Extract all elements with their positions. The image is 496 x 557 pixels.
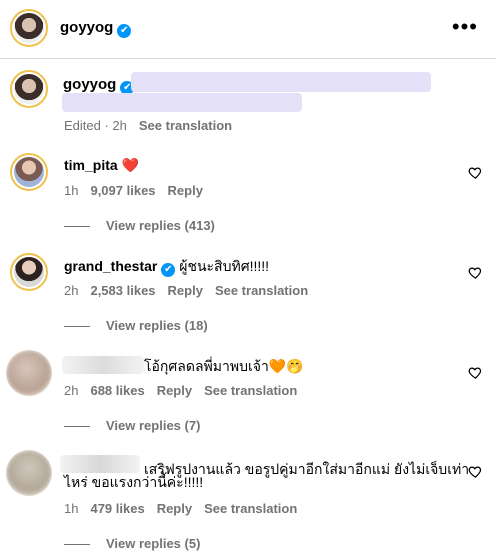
like-heart-icon[interactable] — [468, 165, 483, 180]
commenter-avatar[interactable] — [10, 153, 48, 191]
comment-meta: 1h 479 likes Reply See translation — [64, 501, 298, 516]
redacted-username — [62, 356, 144, 374]
post-header: goyyog ✔ ••• — [0, 0, 496, 59]
see-translation-link[interactable]: See translation — [215, 283, 308, 298]
comment-meta: 2h 2,583 likes Reply See translation — [64, 283, 309, 298]
reply-button[interactable]: Reply — [168, 283, 203, 298]
view-replies-button[interactable]: View replies (18) — [64, 318, 208, 333]
comment-text: grand_thestar ✔ ผู้ชนะสิบทิศ!!!!! — [64, 258, 270, 277]
comment-username[interactable]: tim_pita — [64, 157, 118, 173]
view-replies-button[interactable]: View replies (7) — [64, 418, 200, 433]
verified-icon: ✔ — [117, 24, 132, 38]
divider — [64, 544, 90, 546]
likes-count[interactable]: 2,583 likes — [90, 283, 155, 298]
author-username[interactable]: goyyog ✔ — [60, 19, 132, 38]
caption-avatar[interactable] — [10, 70, 48, 108]
like-heart-icon[interactable] — [468, 464, 483, 479]
reply-button[interactable]: Reply — [168, 183, 203, 198]
see-translation-link[interactable]: See translation — [204, 383, 297, 398]
divider — [64, 426, 90, 428]
like-heart-icon[interactable] — [468, 265, 483, 280]
view-replies-button[interactable]: View replies (5) — [64, 536, 200, 551]
divider — [64, 326, 90, 328]
comment-meta: 1h 9,097 likes Reply — [64, 183, 203, 198]
like-heart-icon[interactable] — [468, 365, 483, 380]
redacted-caption — [62, 93, 302, 112]
comment-text-continued: ไหร่ ขอแรงกว่านี้ค่ะ!!!!! — [64, 474, 204, 490]
comment-username[interactable]: grand_thestar — [64, 258, 157, 274]
comment-meta: 2h 688 likes Reply See translation — [64, 383, 298, 398]
commenter-avatar[interactable] — [6, 450, 52, 496]
see-translation-link[interactable]: See translation — [139, 118, 232, 133]
see-translation-link[interactable]: See translation — [204, 501, 297, 516]
likes-count[interactable]: 688 likes — [90, 383, 144, 398]
reply-button[interactable]: Reply — [157, 383, 192, 398]
redacted-username — [60, 455, 140, 473]
commenter-avatar[interactable] — [6, 350, 52, 396]
caption-meta: Edited · 2h See translation — [64, 118, 233, 133]
view-replies-button[interactable]: View replies (413) — [64, 218, 215, 233]
reply-button[interactable]: Reply — [157, 501, 192, 516]
comment-text: tim_pita ❤️ — [64, 157, 140, 173]
likes-count[interactable]: 479 likes — [90, 501, 144, 516]
likes-count[interactable]: 9,097 likes — [90, 183, 155, 198]
verified-icon: ✔ — [161, 263, 176, 277]
more-options-icon[interactable]: ••• — [452, 16, 478, 38]
commenter-avatar[interactable] — [10, 253, 48, 291]
divider — [64, 226, 90, 228]
redacted-caption — [131, 72, 431, 92]
comment-text: โอ้กุศลดลพี่มาพบเจ้า🧡🤭 — [144, 358, 304, 374]
author-avatar[interactable] — [10, 9, 48, 47]
